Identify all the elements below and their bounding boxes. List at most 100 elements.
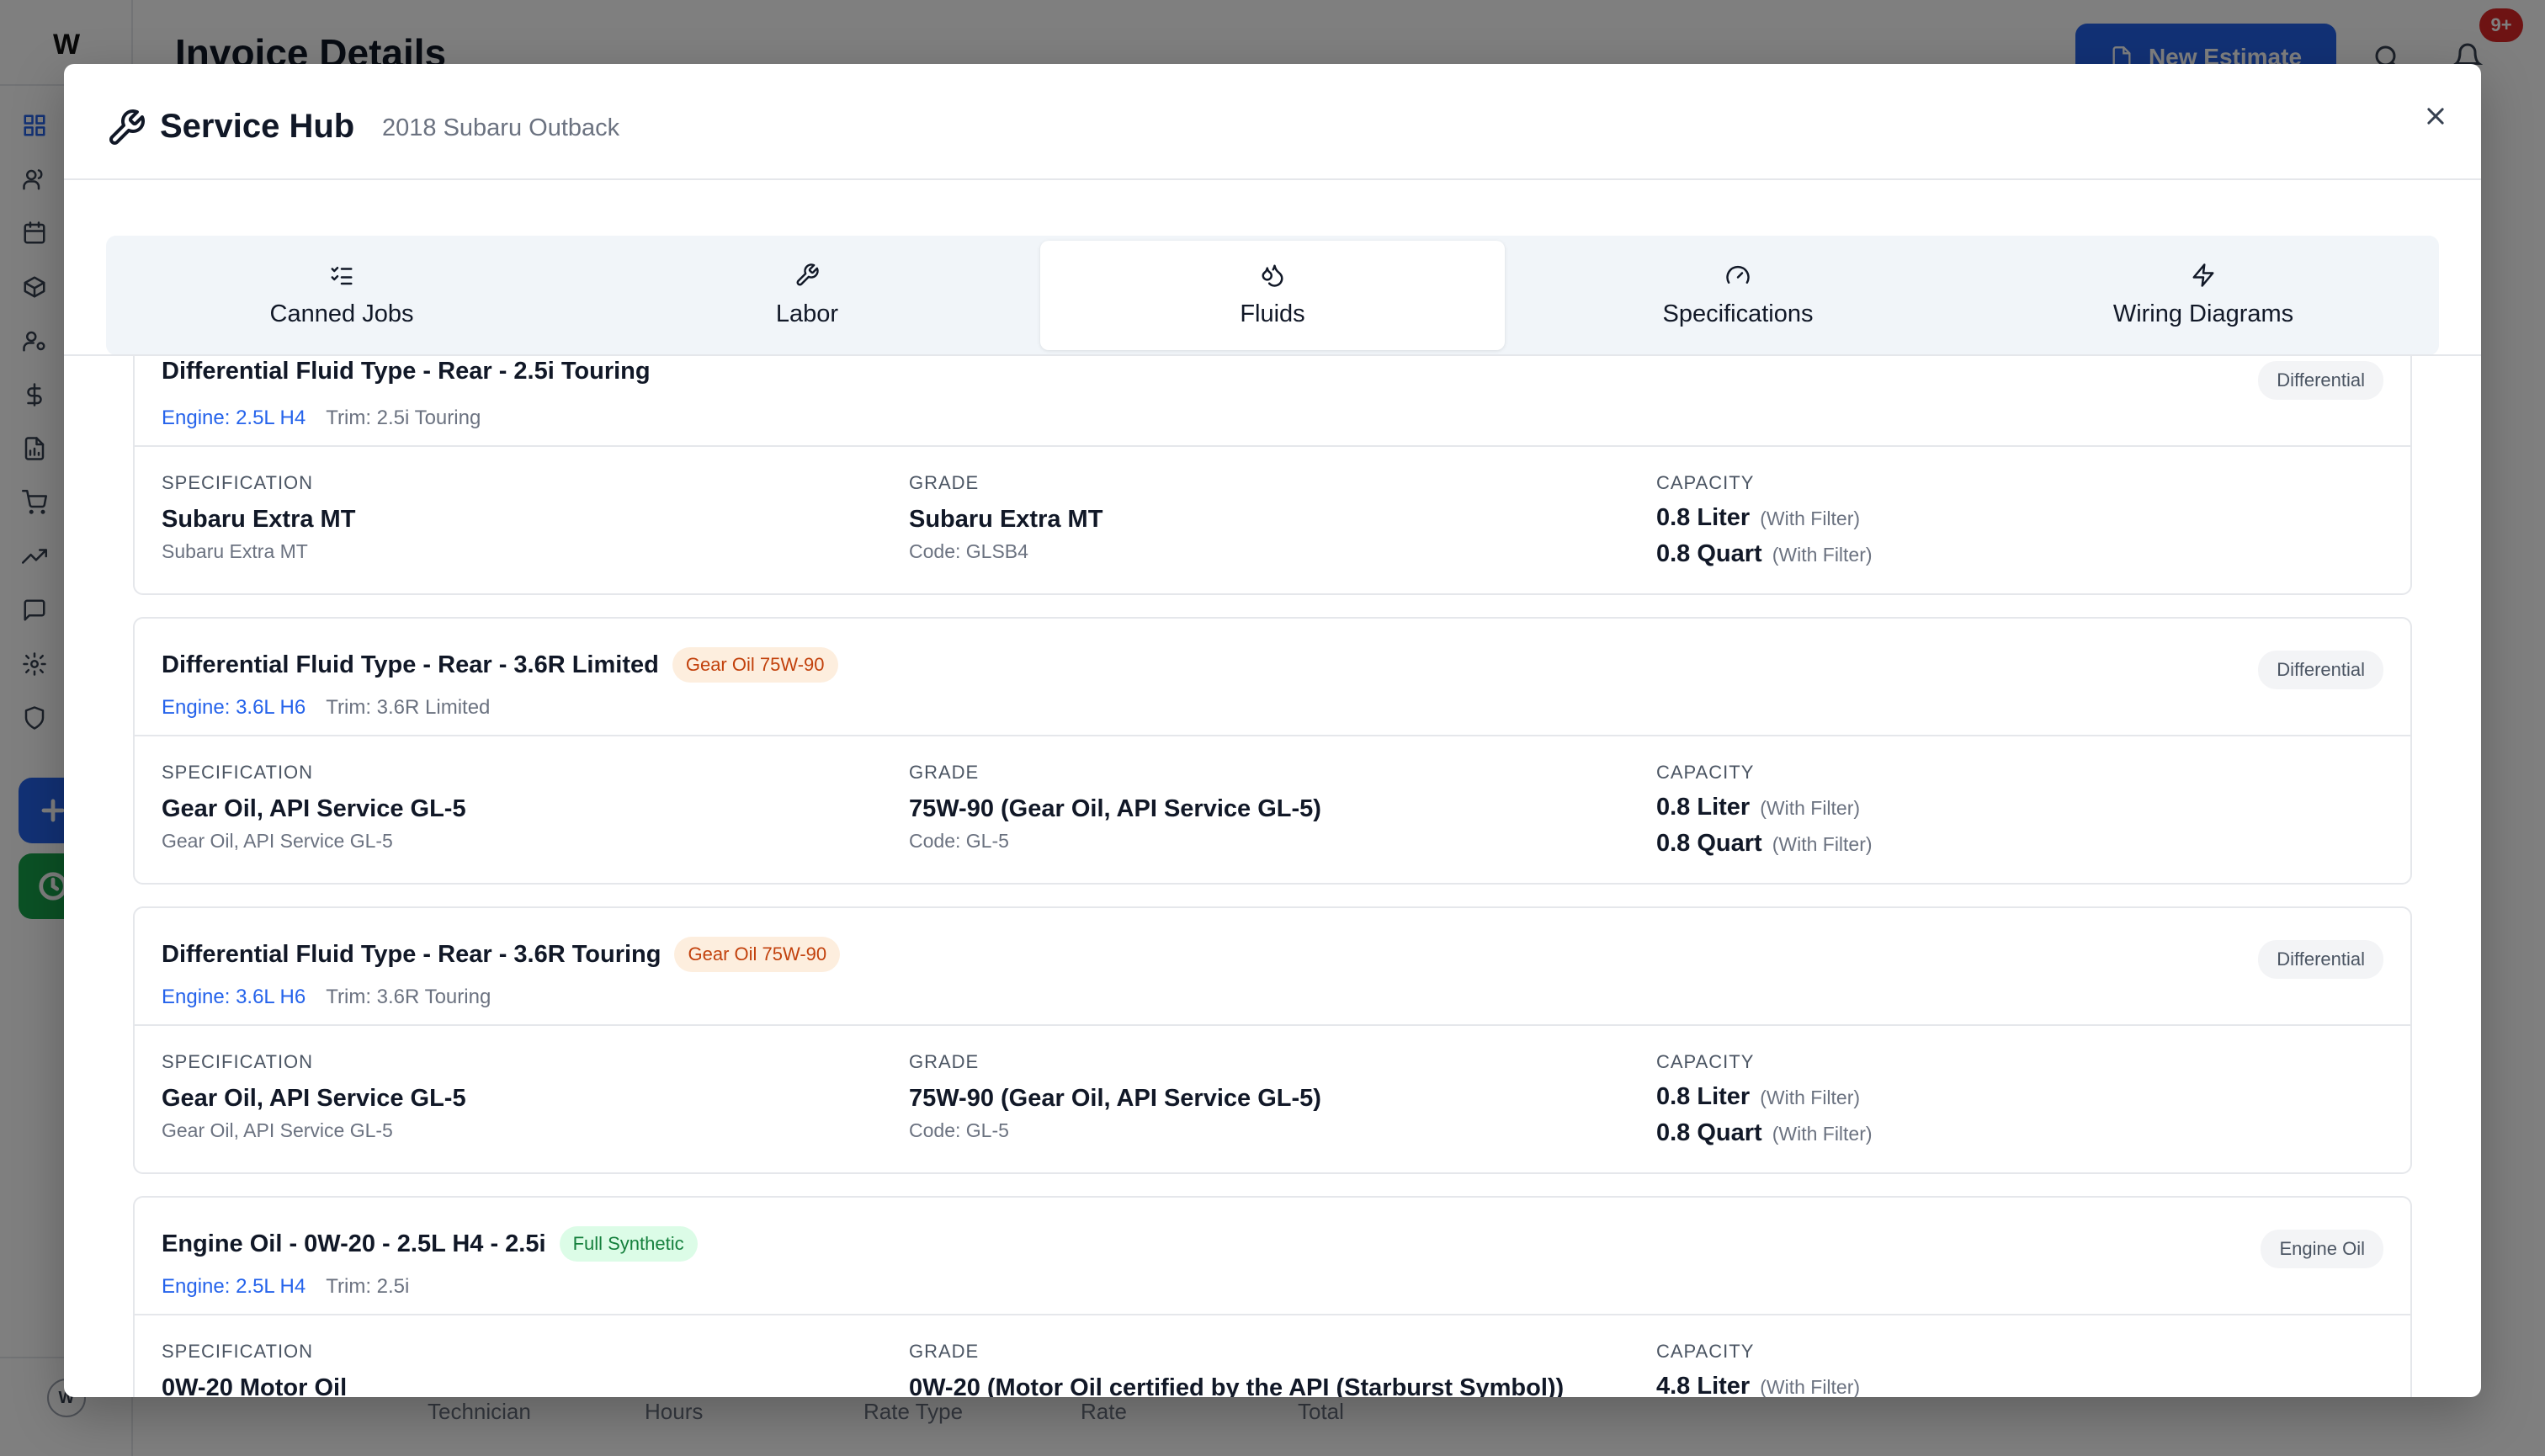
service-hub-modal: Service Hub 2018 Subaru Outback Canned J… (64, 64, 2481, 1397)
card-meta: Engine: 3.6L H6 Trim: 3.6R Limited (162, 696, 490, 720)
card-header: Differential Fluid Type - Rear - 3.6R Li… (135, 619, 2410, 736)
trim-label: Trim: 3.6R Limited (326, 696, 491, 719)
capacity-note: (With Filter) (1760, 1087, 1861, 1108)
capacity-row: 0.8 Quart (With Filter) (1656, 830, 1873, 858)
modal-title: Service Hub (160, 108, 355, 145)
specification-column: SPECIFICATION 0W-20 Motor Oil (162, 1341, 347, 1397)
specification-column: SPECIFICATION Gear Oil, API Service GL-5… (162, 762, 466, 853)
category-badge: Engine Oil (2261, 1230, 2383, 1268)
droplets-icon (1260, 263, 1285, 292)
capacity-amount: 0.8 Liter (1656, 504, 1751, 531)
grade-value: 0W-20 (Motor Oil certified by the API (S… (909, 1374, 1565, 1397)
vehicle-name: 2018 Subaru Outback (382, 114, 620, 141)
fluids-list: Differential Fluid Type - Rear - 2.5i To… (133, 356, 2412, 1397)
modal-header: Service Hub 2018 Subaru Outback (64, 64, 2481, 180)
tab-bar: Canned Jobs Labor Fluids Specifications … (106, 236, 2439, 355)
tab-label: Wiring Diagrams (2112, 300, 2294, 327)
grade-value: 75W-90 (Gear Oil, API Service GL-5) (909, 1085, 1321, 1112)
spec-value: Gear Oil, API Service GL-5 (162, 1085, 466, 1112)
grade-column: GRADE 75W-90 (Gear Oil, API Service GL-5… (909, 762, 1321, 853)
capacity-row: 0.8 Liter (With Filter) (1656, 794, 1873, 821)
spec-value: Gear Oil, API Service GL-5 (162, 795, 466, 822)
zap-icon (2191, 263, 2216, 292)
fluid-card: Differential Fluid Type - Rear - 3.6R To… (133, 906, 2412, 1174)
category-badge: Differential (2258, 940, 2383, 979)
trim-label: Trim: 2.5i Touring (326, 407, 481, 429)
capacity-note: (With Filter) (1772, 833, 1873, 855)
tab-label: Canned Jobs (269, 300, 414, 327)
tab-fluids[interactable]: Fluids (1040, 241, 1505, 350)
spec-sub: Gear Oil, API Service GL-5 (162, 830, 393, 852)
fluid-card: Engine Oil - 0W-20 - 2.5L H4 - 2.5i Full… (133, 1196, 2412, 1397)
capacity-column: CAPACITY 0.8 Liter (With Filter) 0.8 Quar… (1656, 472, 1873, 568)
close-icon (2427, 108, 2444, 125)
card-body: SPECIFICATION Subaru Extra MT Subaru Ext… (135, 449, 2410, 597)
gauge-icon (1725, 263, 1751, 292)
capacity-amount: 0.8 Quart (1656, 540, 1762, 567)
fluids-list-scroll[interactable]: Differential Fluid Type - Rear - 2.5i To… (64, 356, 2481, 1397)
capacity-row: 0.8 Liter (With Filter) (1656, 504, 1873, 532)
close-button[interactable] (2412, 93, 2459, 140)
capacity-row: 0.8 Quart (With Filter) (1656, 1119, 1873, 1147)
specification-column: SPECIFICATION Gear Oil, API Service GL-5… (162, 1051, 466, 1142)
grade-code: Code: GL-5 (909, 830, 1009, 852)
capacity-amount: 0.8 Quart (1656, 830, 1762, 857)
capacity-amount: 4.8 Liter (1656, 1373, 1751, 1397)
capacity-column: CAPACITY 0.8 Liter (With Filter) 0.8 Quar… (1656, 1051, 1873, 1147)
grade-code: Code: GL-5 (909, 1119, 1009, 1141)
tab-label: Labor (775, 300, 839, 327)
wrench-icon (794, 263, 820, 292)
card-title-row: Differential Fluid Type - Rear - 3.6R Li… (162, 647, 838, 683)
column-header: SPECIFICATION (162, 472, 314, 493)
card-title-row: Differential Fluid Type - Rear - 3.6R To… (162, 937, 841, 972)
capacity-note: (With Filter) (1760, 1376, 1861, 1397)
grade-code: Code: GLSB4 (909, 540, 1028, 562)
column-header: CAPACITY (1656, 762, 1755, 783)
tab-label: Fluids (1240, 300, 1305, 327)
column-header: SPECIFICATION (162, 1341, 314, 1362)
capacity-row: 4.8 Liter (With Filter) (1656, 1373, 1860, 1397)
tab-specifications[interactable]: Specifications (1506, 241, 1970, 350)
column-header: GRADE (909, 472, 980, 493)
card-body: SPECIFICATION Gear Oil, API Service GL-5… (135, 738, 2410, 886)
tab-label: Specifications (1662, 300, 1814, 327)
card-meta: Engine: 3.6L H6 Trim: 3.6R Touring (162, 986, 491, 1009)
column-header: CAPACITY (1656, 472, 1755, 493)
capacity-row: 0.8 Liter (With Filter) (1656, 1083, 1873, 1111)
tab-wiring-diagrams[interactable]: Wiring Diagrams (1971, 241, 2436, 350)
card-header: Engine Oil - 0W-20 - 2.5L H4 - 2.5i Full… (135, 1198, 2410, 1315)
tab-labor[interactable]: Labor (575, 241, 1039, 350)
capacity-note: (With Filter) (1772, 1123, 1873, 1145)
fluid-card: Differential Fluid Type - Rear - 3.6R Li… (133, 617, 2412, 885)
grade-column: GRADE Subaru Extra MT Code: GLSB4 (909, 472, 1102, 563)
capacity-amount: 0.8 Liter (1656, 1083, 1751, 1110)
engine-label: Engine: 2.5L H4 (162, 1275, 306, 1298)
card-meta: Engine: 2.5L H4 Trim: 2.5i Touring (162, 407, 481, 430)
fluid-type-tag: Gear Oil 75W-90 (674, 937, 841, 972)
capacity-note: (With Filter) (1760, 507, 1861, 529)
fluid-type-tag: Full Synthetic (559, 1226, 698, 1262)
spec-sub: Subaru Extra MT (162, 540, 308, 562)
card-body: SPECIFICATION 0W-20 Motor Oil GRADE 0W-2… (135, 1317, 2410, 1397)
card-title: Differential Fluid Type - Rear - 3.6R To… (162, 940, 661, 968)
trim-label: Trim: 3.6R Touring (326, 986, 491, 1008)
spec-sub: Gear Oil, API Service GL-5 (162, 1119, 393, 1141)
capacity-note: (With Filter) (1772, 544, 1873, 566)
column-header: GRADE (909, 762, 980, 783)
card-header: Differential Fluid Type - Rear - 3.6R To… (135, 908, 2410, 1026)
capacity-amount: 0.8 Quart (1656, 1119, 1762, 1146)
capacity-row: 0.8 Quart (With Filter) (1656, 540, 1873, 568)
card-meta: Engine: 2.5L H4 Trim: 2.5i (162, 1275, 409, 1299)
engine-label: Engine: 3.6L H6 (162, 696, 306, 719)
column-header: SPECIFICATION (162, 1051, 314, 1072)
column-header: SPECIFICATION (162, 762, 314, 783)
grade-column: GRADE 75W-90 (Gear Oil, API Service GL-5… (909, 1051, 1321, 1142)
fluid-card: Differential Fluid Type - Rear - 2.5i To… (133, 356, 2412, 595)
tab-canned-jobs[interactable]: Canned Jobs (109, 241, 574, 350)
category-badge: Differential (2258, 361, 2383, 400)
column-header: GRADE (909, 1341, 980, 1362)
specification-column: SPECIFICATION Subaru Extra MT Subaru Ext… (162, 472, 355, 563)
card-title: Differential Fluid Type - Rear - 3.6R Li… (162, 651, 659, 678)
capacity-column: CAPACITY 4.8 Liter (With Filter) (1656, 1341, 1860, 1397)
grade-value: 75W-90 (Gear Oil, API Service GL-5) (909, 795, 1321, 822)
